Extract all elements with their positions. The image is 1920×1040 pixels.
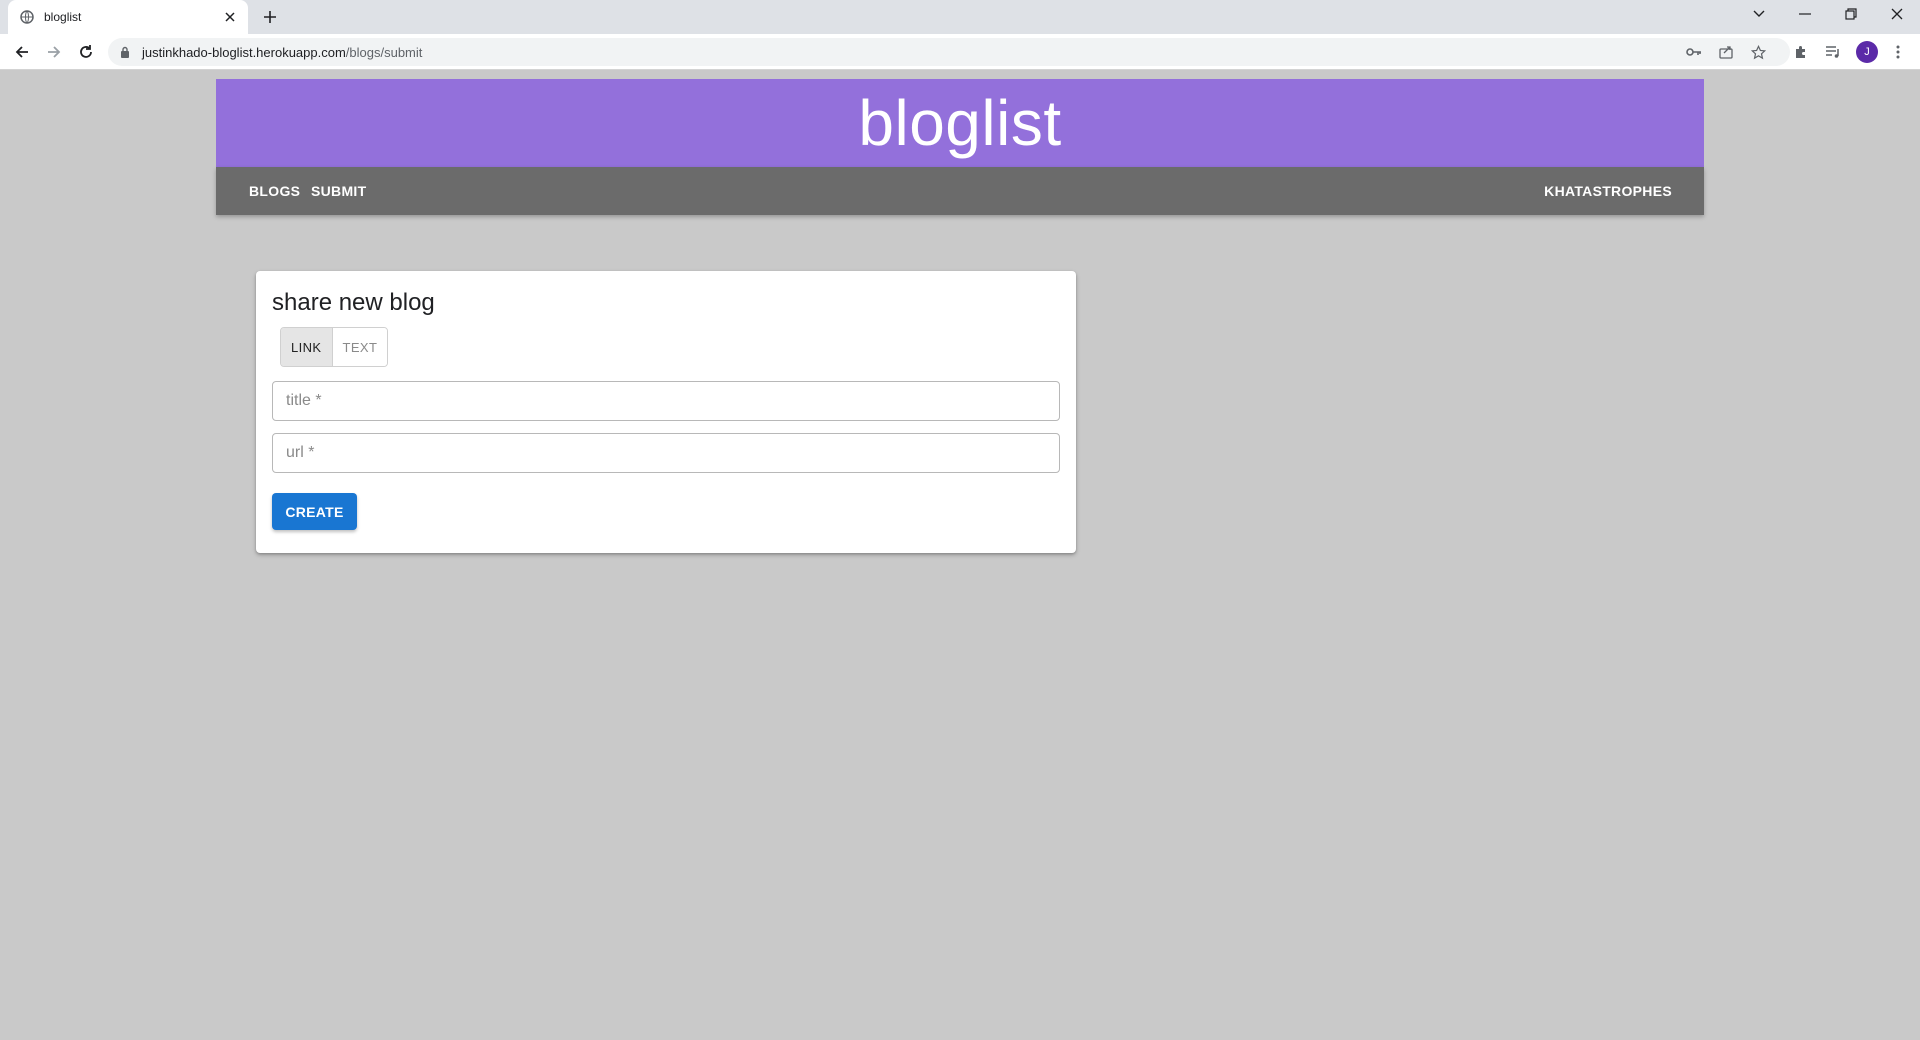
- plus-icon[interactable]: [260, 7, 280, 27]
- chevron-down-icon[interactable]: [1736, 0, 1782, 28]
- more-icon[interactable]: [1888, 42, 1908, 62]
- url-path: /blogs/submit: [345, 44, 423, 60]
- close-icon[interactable]: [222, 9, 238, 25]
- url-input[interactable]: [273, 434, 1059, 472]
- profile-avatar[interactable]: J: [1856, 41, 1878, 63]
- extensions-icon[interactable]: [1791, 42, 1811, 62]
- minimize-icon[interactable]: [1782, 0, 1828, 28]
- browser-tab[interactable]: bloglist: [8, 0, 248, 34]
- reload-icon[interactable]: [76, 42, 96, 62]
- nav-user-link[interactable]: KHATASTROPHES: [1544, 167, 1672, 215]
- lock-icon[interactable]: [120, 45, 134, 59]
- site-banner: bloglist: [216, 79, 1704, 167]
- form-heading: share new blog: [272, 289, 435, 316]
- restore-icon[interactable]: [1828, 0, 1874, 28]
- url-host: justinkhado-bloglist.herokuapp.com: [142, 44, 346, 60]
- site-title: bloglist: [858, 87, 1062, 159]
- close-window-icon[interactable]: [1874, 0, 1920, 28]
- nav-blogs-link[interactable]: BLOGS: [249, 167, 300, 215]
- nav-submit-link[interactable]: SUBMIT: [311, 167, 366, 215]
- post-type-toggle: LINK TEXT: [280, 327, 389, 367]
- submit-blog-card: share new blog LINK TEXT CREATE: [256, 271, 1076, 553]
- toggle-text[interactable]: TEXT: [331, 328, 388, 366]
- tab-title: bloglist: [44, 10, 82, 24]
- forward-icon[interactable]: [44, 42, 64, 62]
- media-icon[interactable]: [1823, 42, 1843, 62]
- toggle-link[interactable]: LINK: [281, 328, 332, 366]
- url-field: [272, 433, 1060, 473]
- address-bar[interactable]: justinkhado-bloglist.herokuapp.com/blogs…: [108, 38, 1790, 66]
- key-icon[interactable]: [1686, 44, 1702, 60]
- title-input[interactable]: [273, 382, 1059, 420]
- browser-toolbar: justinkhado-bloglist.herokuapp.com/blogs…: [0, 34, 1920, 70]
- create-button[interactable]: CREATE: [272, 493, 357, 530]
- site-navbar: BLOGS SUBMIT KHATASTROPHES: [216, 167, 1704, 215]
- browser-tabstrip: bloglist: [0, 0, 1920, 34]
- url-text: justinkhado-bloglist.herokuapp.com/blogs…: [142, 45, 422, 60]
- title-field: [272, 381, 1060, 421]
- globe-icon: [20, 10, 34, 24]
- share-icon[interactable]: [1718, 44, 1734, 60]
- back-icon[interactable]: [12, 42, 32, 62]
- star-icon[interactable]: [1750, 44, 1766, 60]
